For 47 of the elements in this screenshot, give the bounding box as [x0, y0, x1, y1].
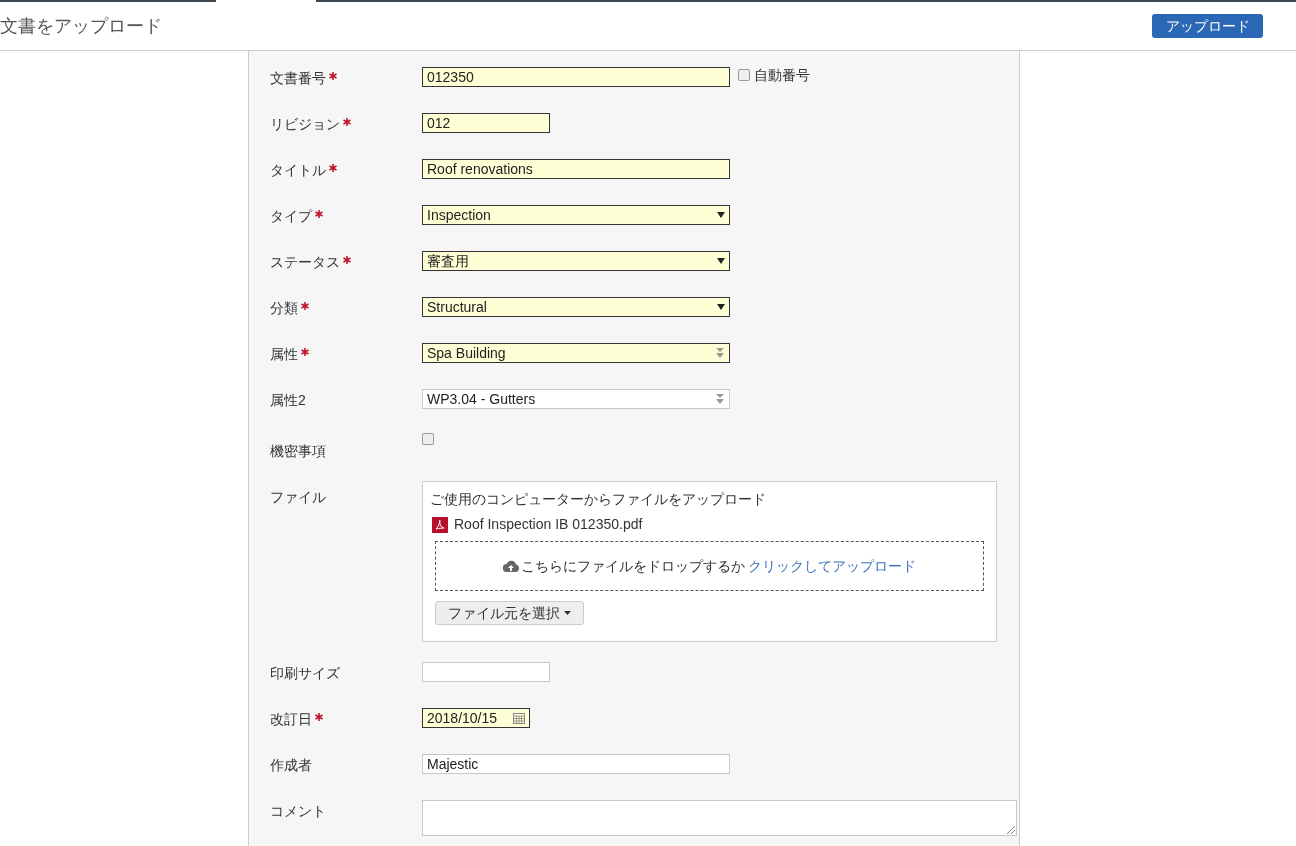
dropdown[interactable]: WP3.04 - Gutters	[422, 389, 730, 409]
sort-arrows-icon	[715, 348, 725, 358]
sort-arrows-icon	[715, 394, 725, 404]
field-label: 属性	[270, 345, 298, 364]
field-label: ステータス	[270, 253, 340, 272]
field-label: 分類	[270, 299, 298, 318]
dropdown[interactable]: Structural	[422, 297, 730, 317]
caret-icon	[717, 212, 725, 218]
caret-icon	[564, 611, 571, 615]
field-label: 作成者	[270, 756, 312, 775]
text-field[interactable]: Majestic	[422, 754, 730, 774]
caret-icon	[717, 258, 725, 264]
text-field[interactable]: 012	[422, 113, 550, 133]
page-title: 文書をアップロード	[0, 15, 162, 38]
field-label: 改訂日	[270, 710, 312, 729]
upload-link[interactable]: クリックしてアップロード	[748, 557, 917, 574]
field-label: コメント	[270, 802, 326, 821]
checkbox[interactable]	[422, 433, 434, 445]
caret-icon	[717, 304, 725, 310]
field-label: 属性2	[270, 391, 306, 410]
resize-handle-icon	[1007, 826, 1015, 834]
drop-instruction: こちらにファイルをドロップするか クリックしてアップロード	[520, 556, 917, 576]
field-label: タイプ	[270, 207, 312, 226]
text-field[interactable]: 012350	[422, 67, 730, 87]
text-field[interactable]	[422, 662, 550, 682]
upload-button[interactable]: アップロード	[1152, 14, 1263, 38]
dropdown[interactable]: Spa Building	[422, 343, 730, 363]
field-label: ファイル	[270, 488, 326, 507]
text-field[interactable]: Roof renovations	[422, 159, 730, 179]
file-name[interactable]: Roof Inspection IB 012350.pdf	[454, 514, 643, 535]
calendar-icon	[513, 712, 525, 724]
dropdown[interactable]: 審査用	[422, 251, 730, 271]
field-label: 機密事項	[270, 442, 326, 461]
checkbox[interactable]	[738, 69, 750, 81]
checkbox-label: 自動番号	[754, 65, 810, 85]
cloud-upload-icon	[502, 560, 519, 572]
field-label: リビジョン	[270, 115, 340, 134]
date-field[interactable]: 2018/10/15	[422, 708, 530, 728]
dropdown[interactable]: Inspection	[422, 205, 730, 225]
file-source-button[interactable]: ファイル元を選択	[435, 601, 584, 625]
field-label: 文書番号	[270, 69, 326, 88]
upload-heading: ご使用のコンピューターからファイルをアップロード	[430, 490, 767, 509]
drop-zone[interactable]: こちらにファイルをドロップするか クリックしてアップロード	[435, 541, 984, 591]
comment-field[interactable]	[422, 800, 1017, 836]
pdf-file-icon	[432, 516, 448, 533]
field-label: 印刷サイズ	[270, 664, 340, 683]
field-label: タイトル	[270, 161, 326, 180]
